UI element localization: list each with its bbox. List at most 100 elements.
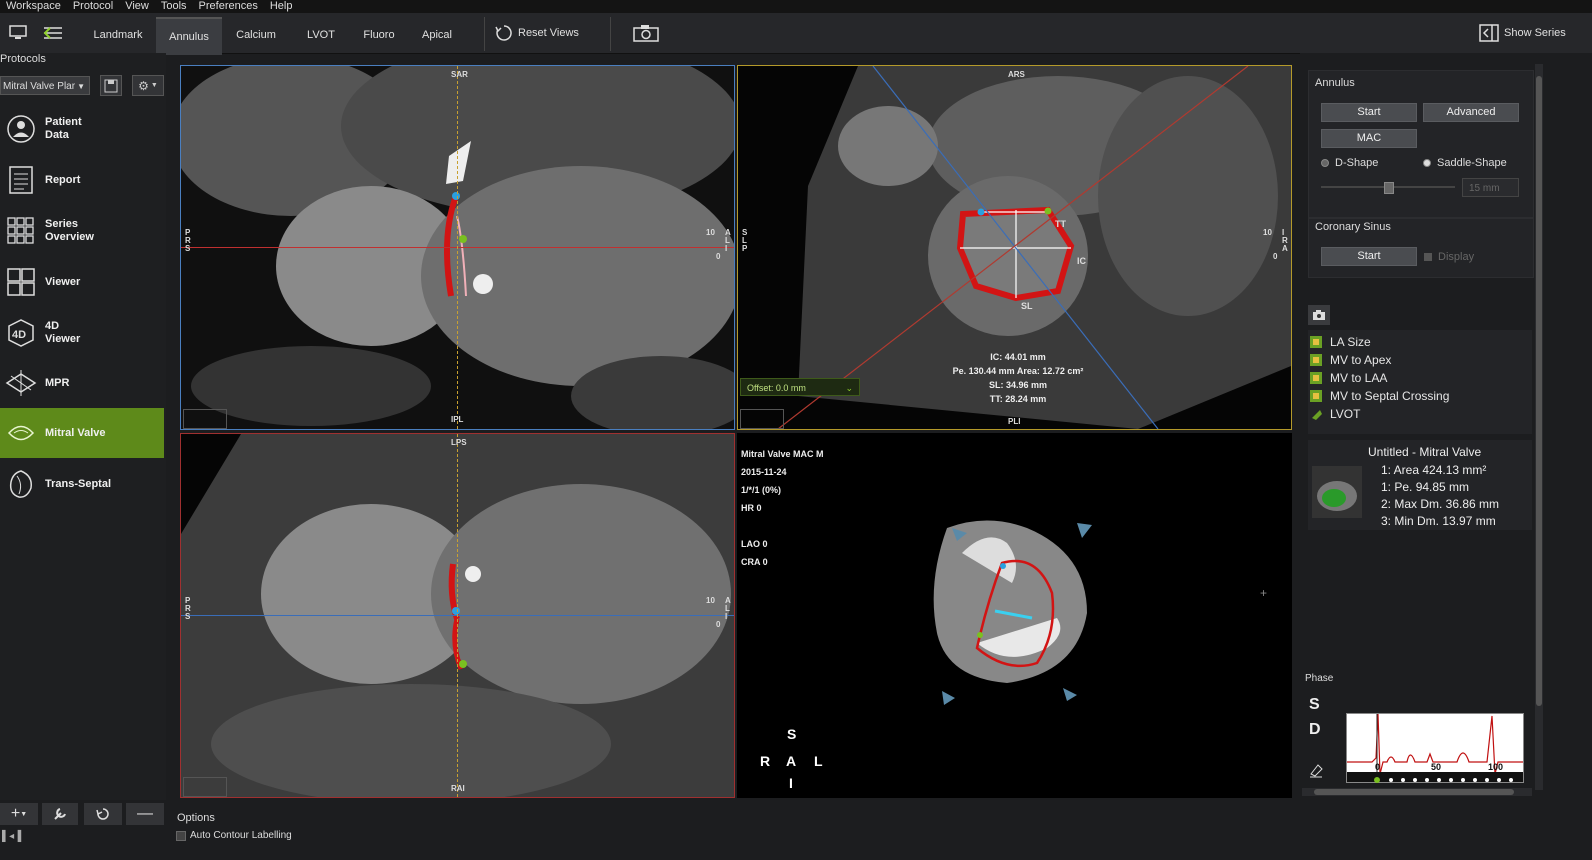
collapse-panel-icon[interactable] xyxy=(40,19,68,47)
svg-text:+: + xyxy=(1260,586,1267,600)
list-item-label: LA Size xyxy=(1330,335,1371,349)
scrollbar-thumb[interactable] xyxy=(1536,76,1542,706)
orientation-top: SAR xyxy=(451,70,468,79)
undo-icon[interactable] xyxy=(84,803,122,825)
nav-viewer[interactable]: Viewer xyxy=(0,257,164,307)
nav-mitral-valve[interactable]: Mitral Valve xyxy=(0,408,164,458)
gear-icon[interactable]: ⚙ ▼ xyxy=(132,75,164,96)
annulus-label-ic: IC xyxy=(1077,256,1086,266)
annulus-advanced-button[interactable]: Advanced xyxy=(1423,103,1519,122)
menu-workspace[interactable]: Workspace xyxy=(0,0,67,13)
orientation-right: A L I xyxy=(725,596,731,621)
viewport-top-left[interactable]: SAR IPL P R S A L I 10 0 xyxy=(180,65,735,430)
orientation-right: A L I xyxy=(725,228,731,253)
list-item[interactable]: LVOT xyxy=(1310,406,1360,422)
panel-toggle-icon[interactable]: ▌◂▐ xyxy=(2,829,38,843)
annulus-label: Annulus xyxy=(1315,77,1355,89)
nav-series-overview[interactable]: Series Overview xyxy=(0,206,164,256)
height-slider-thumb[interactable] xyxy=(1384,182,1394,194)
series-overview-icon xyxy=(5,215,37,247)
display-checkbox[interactable]: Display xyxy=(1424,251,1474,263)
camera-icon[interactable] xyxy=(1308,305,1330,325)
nav-mpr[interactable]: MPR xyxy=(0,358,164,408)
horizontal-scrollbar[interactable] xyxy=(1302,788,1532,796)
tab-fluoro[interactable]: Fluoro xyxy=(354,17,404,53)
phase-diastole-button[interactable]: D xyxy=(1309,721,1321,739)
menu-tools[interactable]: Tools xyxy=(155,0,193,13)
menu-protocol[interactable]: Protocol xyxy=(67,0,119,13)
viewport-bottom-right[interactable]: Mitral Valve MAC M 2015-11-24 1/*/1 (0%)… xyxy=(737,433,1292,798)
d-shape-radio[interactable]: D-Shape xyxy=(1321,157,1378,169)
remove-icon[interactable]: — xyxy=(126,803,164,825)
list-item[interactable]: LA Size xyxy=(1310,334,1371,350)
tab-apical[interactable]: Apical xyxy=(412,17,462,53)
reset-views-button[interactable]: Reset Views xyxy=(494,22,579,44)
phase-tick-50: 50 xyxy=(1431,762,1442,772)
options-label: Options xyxy=(177,812,215,824)
protocol-select[interactable]: Mitral Valve Plar ▼ xyxy=(0,76,90,95)
summary-thumbnail[interactable] xyxy=(1312,466,1362,518)
wrench-icon[interactable] xyxy=(42,803,78,825)
list-item[interactable]: MV to Septal Crossing xyxy=(1310,388,1449,404)
coronary-start-button[interactable]: Start xyxy=(1321,247,1417,266)
phase-track[interactable] xyxy=(1347,772,1523,783)
crosshair-vertical[interactable] xyxy=(457,66,458,429)
chevron-down-icon[interactable]: ⌄ xyxy=(845,379,853,397)
saddle-shape-radio[interactable]: Saddle-Shape xyxy=(1423,157,1507,169)
annulus-measurements: IC: 44.01 mm Pe. 130.44 mm Area: 12.72 c… xyxy=(938,350,1098,406)
measurement-item-icon xyxy=(1310,336,1322,348)
ecg-chart[interactable]: 0 50 100 xyxy=(1346,713,1524,783)
viewport-top-right[interactable]: ARS PLI S L P I R A 10 0 TT IC SL IC: 44… xyxy=(737,65,1292,430)
tab-landmark[interactable]: Landmark xyxy=(86,17,150,53)
phase-systole-button[interactable]: S xyxy=(1309,696,1320,714)
scale-zero: 0 xyxy=(716,620,721,629)
scrollbar-thumb[interactable] xyxy=(1314,789,1514,795)
add-icon[interactable]: + ▼ xyxy=(0,803,38,825)
list-item[interactable]: MV to Apex xyxy=(1310,352,1391,368)
orientation-cube[interactable]: S R A L I xyxy=(757,725,825,793)
viewport-bottom-left[interactable]: LPS RAI P R S A L I 10 0 xyxy=(180,433,735,798)
menu-view[interactable]: View xyxy=(119,0,155,13)
viewer-icon xyxy=(5,266,37,298)
list-item-label: MV to LAA xyxy=(1330,371,1388,385)
annulus-start-button[interactable]: Start xyxy=(1321,103,1417,122)
scale-label: 10 xyxy=(706,596,715,605)
nav-trans-septal[interactable]: Trans-Septal xyxy=(0,459,164,509)
tab-annulus[interactable]: Annulus xyxy=(156,17,222,55)
thumbnail-box[interactable] xyxy=(740,409,784,429)
show-series-button[interactable]: Show Series xyxy=(1478,22,1566,44)
lvot-item-icon xyxy=(1312,410,1322,420)
mac-button[interactable]: MAC xyxy=(1321,129,1417,148)
summary-title: Untitled - Mitral Valve xyxy=(1368,445,1482,459)
save-icon[interactable] xyxy=(100,75,122,96)
coronary-sinus-label: Coronary Sinus xyxy=(1315,221,1391,233)
height-value-field[interactable]: 15 mm xyxy=(1462,178,1519,197)
saddle-shape-label: Saddle-Shape xyxy=(1437,157,1507,169)
radio-dot xyxy=(1423,159,1431,167)
menu-preferences[interactable]: Preferences xyxy=(193,0,264,13)
crosshair-vertical[interactable] xyxy=(457,434,458,797)
phase-label: Phase xyxy=(1305,673,1334,684)
tab-calcium[interactable]: Calcium xyxy=(228,17,284,53)
summary-perimeter: 1: Pe. 94.85 mm xyxy=(1381,480,1470,494)
thumbnail-box[interactable] xyxy=(183,409,227,429)
nav-patient-data[interactable]: Patient Data xyxy=(0,104,164,154)
nav-4d-viewer[interactable]: 4D 4D Viewer xyxy=(0,308,164,358)
auto-contour-checkbox[interactable]: Auto Contour Labelling xyxy=(176,830,292,841)
monitor-icon[interactable] xyxy=(4,19,32,47)
auto-contour-label: Auto Contour Labelling xyxy=(190,830,292,841)
camera-icon[interactable] xyxy=(630,19,662,47)
measurement-sl: SL: 34.96 mm xyxy=(988,380,1048,390)
thumbnail-box[interactable] xyxy=(183,777,227,797)
list-item[interactable]: MV to LAA xyxy=(1310,370,1387,386)
eraser-icon[interactable] xyxy=(1308,762,1324,778)
nav-label: Series Overview xyxy=(45,218,94,243)
scale-zero: 0 xyxy=(1273,252,1278,261)
right-panel-scrollbar[interactable] xyxy=(1535,64,1543,790)
offset-control[interactable]: Offset: 0.0 mm ⌄ xyxy=(740,378,860,396)
measurement-item-icon xyxy=(1310,390,1322,402)
tab-lvot[interactable]: LVOT xyxy=(296,17,346,53)
measurement-item-icon xyxy=(1310,354,1322,366)
nav-report[interactable]: Report xyxy=(0,155,164,205)
menu-help[interactable]: Help xyxy=(264,0,299,13)
